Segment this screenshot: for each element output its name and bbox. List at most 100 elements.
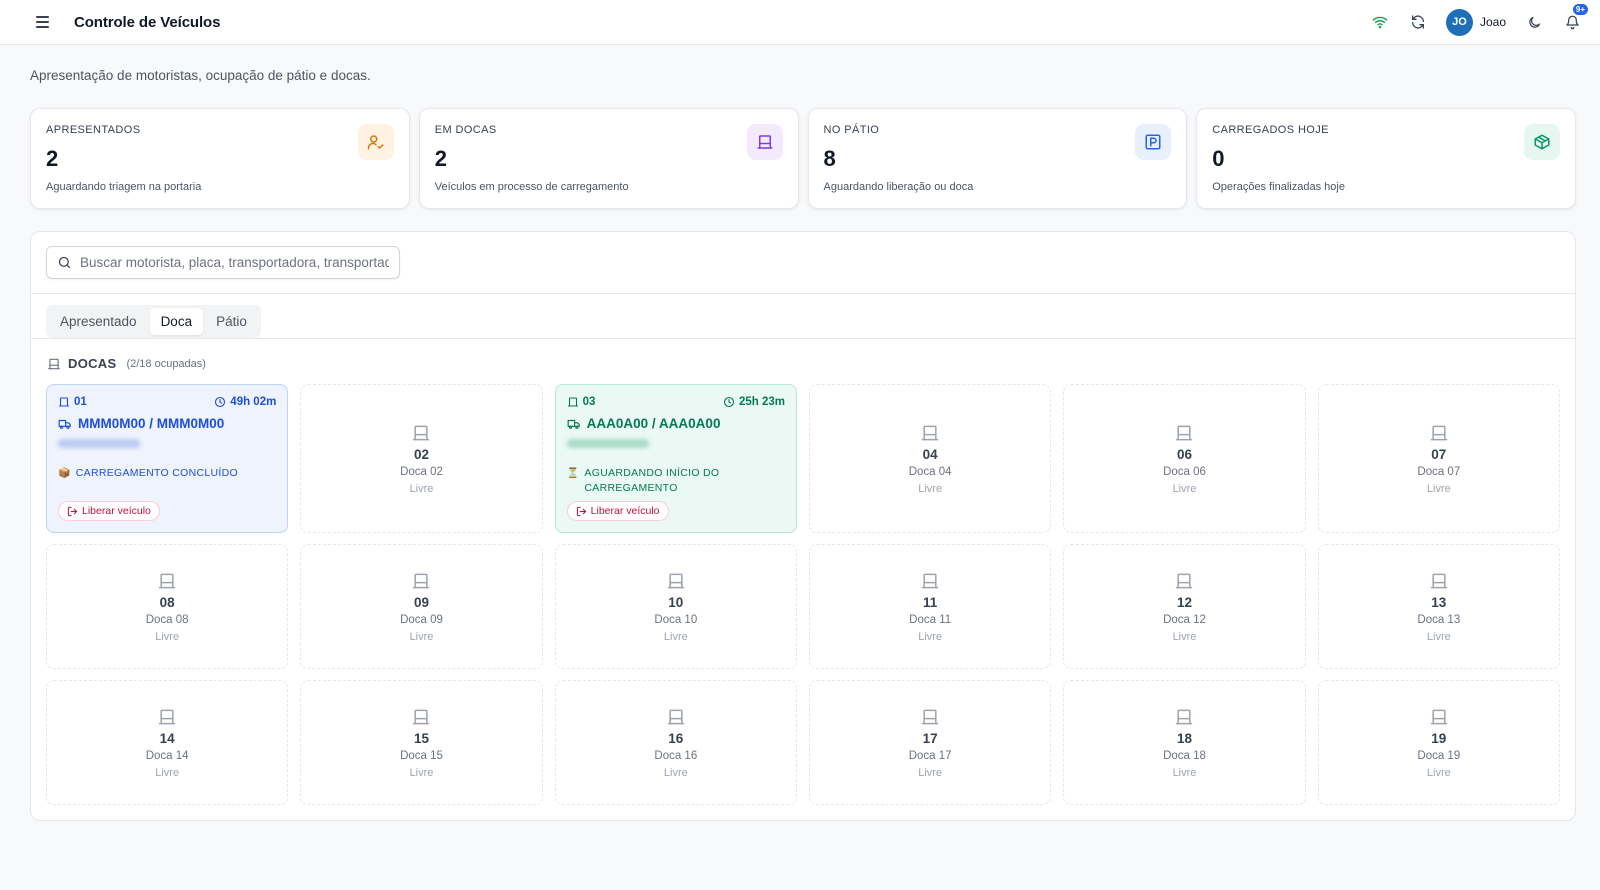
stat-label: APRESENTADOS [46,124,141,136]
view-tabs: Apresentado Doca Pátio [46,305,261,338]
dock-number: 07 [1431,446,1447,462]
stat-value: 0 [1212,146,1225,171]
stat-label: NO PÁTIO [823,124,880,136]
release-vehicle-button[interactable]: Liberar veículo [58,501,160,521]
search-icon [58,256,71,269]
avatar: JO [1445,8,1473,36]
dock-card-occupied[interactable]: 01 49h 02m MMM0M00 / MMM0M00 📦 CARREGAME… [46,384,289,533]
dock-number: 06 [1176,446,1192,462]
dock-door-icon [667,573,685,588]
vehicle-plates: AAA0A00 / AAA0A00 [567,416,785,431]
dock-card-free[interactable]: 14 Doca 14 Livre [46,680,289,805]
dock-door-icon [1430,573,1448,588]
box-icon: 📦 [58,468,71,479]
dock-number: 02 [413,446,429,462]
dock-card-free[interactable]: 10 Doca 10 Livre [554,544,797,669]
dock-status: Livre [918,766,943,779]
dock-card-free[interactable]: 11 Doca 11 Livre [808,544,1052,669]
docas-title: DOCAS [68,356,117,371]
dock-status: Livre [918,482,943,495]
dock-number: 03 [567,396,595,408]
menu-icon[interactable] [36,13,54,31]
truck-icon [567,419,580,429]
dock-card-free[interactable]: 17 Doca 17 Livre [808,680,1052,805]
dock-card-free[interactable]: 06 Doca 06 Livre [1063,384,1306,533]
dock-name: Doca 07 [1417,465,1461,478]
truck-icon [58,419,71,429]
dock-door-icon [746,124,783,160]
dock-name: Doca 02 [400,465,443,478]
moon-icon[interactable] [1524,12,1544,32]
dock-card-occupied[interactable]: 03 25h 23m AAA0A00 / AAA0A00 ⏳ AGUARDAND… [554,384,797,533]
dock-card-free[interactable]: 16 Doca 16 Livre [554,680,797,805]
wifi-icon [1370,12,1390,32]
stat-description: Aguardando triagem na portaria [46,181,202,193]
tabs-row: Apresentado Doca Pátio [31,294,1575,339]
dock-card-free[interactable]: 13 Doca 13 Livre [1317,544,1560,669]
dock-card-free[interactable]: 04 Doca 04 Livre [808,384,1052,533]
dock-card-free[interactable]: 08 Doca 08 Livre [46,544,289,669]
tab-doca[interactable]: Doca [149,308,204,335]
notifications-badge: 9+ [1570,2,1590,17]
dock-door-icon [413,425,430,440]
logout-icon [576,506,586,516]
dock-number: 18 [1176,730,1192,746]
dock-number: 12 [1176,594,1192,610]
dock-name: Doca 16 [654,749,698,762]
stat-card-no-patio: NO PÁTIO 8 Aguardando liberação ou doca [807,108,1188,209]
dock-name: Doca 08 [145,613,189,626]
clock-icon [215,396,226,408]
dock-name: Doca 18 [1163,749,1206,762]
stat-card-carregados-hoje: CARREGADOS HOJE 0 Operações finalizadas … [1196,108,1576,209]
app-title: Controle de Veículos [74,13,221,31]
dock-status: Livre [663,630,688,643]
dock-name: Doca 04 [908,465,952,478]
dock-name: Doca 12 [1163,613,1206,626]
docks-grid: 01 49h 02m MMM0M00 / MMM0M00 📦 CARREGAME… [46,384,1560,805]
dock-door-icon [1430,425,1448,440]
page-subtitle: Apresentação de motoristas, ocupação de … [30,68,371,83]
dock-door-icon [58,397,70,407]
vehicle-plates: MMM0M00 / MMM0M00 [58,416,276,431]
stat-label: EM DOCAS [434,124,497,136]
dock-card-free[interactable]: 18 Doca 18 Livre [1063,680,1306,805]
notifications-button[interactable]: 9+ [1562,2,1590,32]
dock-door-icon [1430,709,1448,724]
search-box [46,246,400,279]
dock-number: 08 [159,594,175,610]
dock-card-free[interactable]: 15 Doca 15 Livre [300,680,543,805]
dock-door-icon [1176,573,1193,588]
dock-number: 15 [413,730,429,746]
user-name: Joao [1479,15,1506,29]
stat-description: Veículos em processo de carregamento [434,181,629,193]
search-input[interactable] [79,255,389,270]
dock-card-free[interactable]: 07 Doca 07 Livre [1317,384,1560,533]
logout-icon [67,506,78,516]
dock-door-icon [1176,425,1193,440]
dock-card-free[interactable]: 02 Doca 02 Livre [300,384,543,533]
stat-card-apresentados: APRESENTADOS 2 Aguardando triagem na por… [30,108,410,209]
dock-card-free[interactable]: 12 Doca 12 Livre [1063,544,1306,669]
dock-status: Livre [918,630,943,643]
dock-card-free[interactable]: 19 Doca 19 Livre [1317,680,1560,805]
dock-number: 10 [668,594,684,610]
release-vehicle-button[interactable]: Liberar veículo [566,501,669,521]
dock-door-icon [667,709,685,724]
stats-row: APRESENTADOS 2 Aguardando triagem na por… [30,108,1576,209]
dock-name: Doca 15 [400,749,443,762]
stat-value: 2 [46,146,59,171]
tab-patio[interactable]: Pátio [205,308,258,335]
tab-apresentado[interactable]: Apresentado [49,308,148,335]
dock-door-icon [1176,709,1193,724]
dock-card-free[interactable]: 09 Doca 09 Livre [300,544,543,669]
dock-status: 📦 CARREGAMENTO CONCLUÍDO [58,467,238,479]
dock-status: Livre [1426,766,1451,779]
dock-number: 01 [58,396,87,408]
stat-value: 8 [823,146,836,171]
dock-status: Livre [409,766,434,779]
dock-elapsed-time: 25h 23m [723,396,785,408]
user-menu[interactable]: JO Joao [1445,8,1506,36]
parking-icon [1135,124,1172,160]
refresh-icon[interactable] [1408,12,1428,32]
docas-header: DOCAS (2/18 ocupadas) [47,356,1575,371]
